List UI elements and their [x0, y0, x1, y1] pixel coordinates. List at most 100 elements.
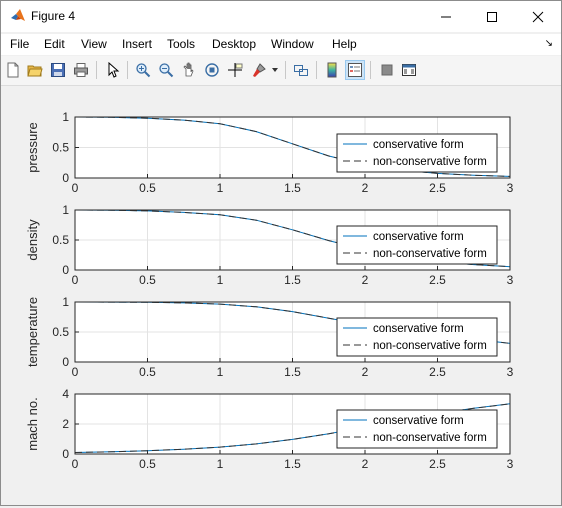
- x-tick-label: 2.5: [429, 181, 446, 195]
- x-tick-label: 1.5: [284, 181, 301, 195]
- x-tick-label: 2: [362, 457, 369, 471]
- brush-dropdown-button[interactable]: [269, 60, 281, 80]
- y-tick-label: 0: [62, 355, 69, 369]
- select-arrow-icon: [108, 62, 120, 78]
- x-tick-label: 2: [362, 365, 369, 379]
- menu-edit[interactable]: Edit: [44, 37, 65, 51]
- menu-help[interactable]: Help: [332, 37, 357, 51]
- y-tick-label: 1: [62, 110, 69, 124]
- open-file-icon: [27, 65, 43, 77]
- x-tick-label: 3: [507, 273, 514, 287]
- brush-button[interactable]: [249, 60, 269, 80]
- window-title: Figure 4: [31, 9, 76, 23]
- legend: conservative form non-conservative form: [336, 317, 498, 357]
- y-tick-label: 0.5: [52, 233, 69, 247]
- x-tick-label: 2.5: [429, 457, 446, 471]
- y-tick-label: 0: [62, 171, 69, 185]
- y-tick-label: 0: [62, 263, 69, 277]
- zoom-out-button[interactable]: [156, 60, 176, 80]
- x-tick-label: 2: [362, 273, 369, 287]
- y-axis-label: temperature: [25, 297, 40, 367]
- x-tick-label: 3: [507, 181, 514, 195]
- legend-entry-label: conservative form: [373, 323, 464, 335]
- insert-legend-button[interactable]: [345, 60, 365, 80]
- legend-entry-label: non-conservative form: [373, 156, 487, 168]
- toolbar: [1, 56, 561, 86]
- menu-insert[interactable]: Insert: [122, 37, 152, 51]
- show-plot-tools-button[interactable]: [399, 60, 419, 80]
- menu-file[interactable]: File: [10, 37, 29, 51]
- legend: conservative form non-conservative form: [336, 133, 498, 173]
- close-button[interactable]: [515, 1, 561, 32]
- close-icon: [532, 11, 544, 22]
- subplot-4: 0 0.5 1 1.5 2 2.5 3 0 2 4 mach no. conservative for…: [25, 387, 514, 471]
- x-tick-label: 3: [507, 457, 514, 471]
- link-plot-button[interactable]: [291, 60, 311, 80]
- maximize-icon: [487, 11, 497, 22]
- x-tick-label: 0: [72, 457, 79, 471]
- pan-icon: [183, 62, 194, 77]
- x-tick-label: 1.5: [284, 273, 301, 287]
- insert-colorbar-button[interactable]: [322, 60, 342, 80]
- legend-entry-label: conservative form: [373, 231, 464, 243]
- y-tick-label: 2: [62, 417, 69, 431]
- brush-dropdown-icon: [272, 68, 278, 72]
- zoom-in-button[interactable]: [133, 60, 153, 80]
- legend-entry-label: non-conservative form: [373, 432, 487, 444]
- title-bar: Figure 4: [1, 1, 561, 32]
- toolbar-separator: [316, 61, 317, 79]
- y-tick-label: 4: [62, 387, 69, 401]
- x-tick-label: 0: [72, 273, 79, 287]
- menu-bar: File Edit View Insert Tools Desktop Wind…: [1, 34, 561, 55]
- pan-button[interactable]: [179, 60, 199, 80]
- legend-entry-label: conservative form: [373, 415, 464, 427]
- toolbar-separator: [127, 61, 128, 79]
- dock-arrow-icon[interactable]: ↘: [545, 38, 553, 49]
- y-tick-label: 1: [62, 203, 69, 217]
- show-plot-tools-icon: [402, 64, 416, 76]
- subplot-1: 0 0.5 1 1.5 2 2.5 3 0 0.5 1 pressure conservative f…: [25, 110, 514, 195]
- y-tick-label: 0.5: [52, 325, 69, 339]
- hide-plot-tools-button[interactable]: [377, 60, 397, 80]
- x-tick-label: 0: [72, 365, 79, 379]
- legend: conservative form non-conservative form: [336, 409, 498, 449]
- x-tick-label: 2: [362, 181, 369, 195]
- save-icon: [51, 63, 65, 77]
- save-button[interactable]: [48, 60, 68, 80]
- open-file-button[interactable]: [25, 60, 45, 80]
- figure-window: Figure 4 File Edit View Insert Tools Des…: [0, 0, 562, 506]
- x-tick-label: 1: [217, 365, 224, 379]
- new-figure-icon: [7, 62, 19, 78]
- minimize-button[interactable]: [423, 1, 469, 32]
- x-tick-label: 1.5: [284, 365, 301, 379]
- x-tick-label: 2.5: [429, 365, 446, 379]
- toolbar-separator: [96, 61, 97, 79]
- menu-window[interactable]: Window: [271, 37, 314, 51]
- toolbar-separator: [370, 61, 371, 79]
- new-figure-button[interactable]: [3, 60, 23, 80]
- data-cursor-icon: [228, 63, 243, 77]
- x-tick-label: 0: [72, 181, 79, 195]
- link-plot-icon: [294, 65, 308, 76]
- x-tick-label: 0.5: [139, 365, 156, 379]
- print-icon: [74, 63, 88, 77]
- zoom-in-icon: [136, 63, 151, 78]
- legend: conservative form non-conservative form: [336, 225, 498, 265]
- data-cursor-button[interactable]: [225, 60, 245, 80]
- menu-tools[interactable]: Tools: [167, 37, 195, 51]
- maximize-button[interactable]: [469, 1, 515, 32]
- insert-legend-icon: [348, 63, 362, 77]
- y-tick-label: 0.5: [52, 141, 69, 155]
- matlab-logo-icon: [11, 9, 25, 21]
- insert-colorbar-icon: [327, 62, 337, 78]
- menu-desktop[interactable]: Desktop: [212, 37, 256, 51]
- figure-plots: 0 0.5 1 1.5 2 2.5 3 0 0.5 1 pressure conservative f…: [25, 110, 514, 471]
- x-tick-label: 1: [217, 273, 224, 287]
- select-arrow-button[interactable]: [103, 60, 123, 80]
- print-button[interactable]: [71, 60, 91, 80]
- legend-entry-label: non-conservative form: [373, 248, 487, 260]
- menu-view[interactable]: View: [81, 37, 107, 51]
- rotate-3d-button[interactable]: [202, 60, 222, 80]
- y-axis-label: pressure: [25, 122, 40, 173]
- subplot-2: 0 0.5 1 1.5 2 2.5 3 0 0.5 1 density conservative fo…: [25, 203, 514, 287]
